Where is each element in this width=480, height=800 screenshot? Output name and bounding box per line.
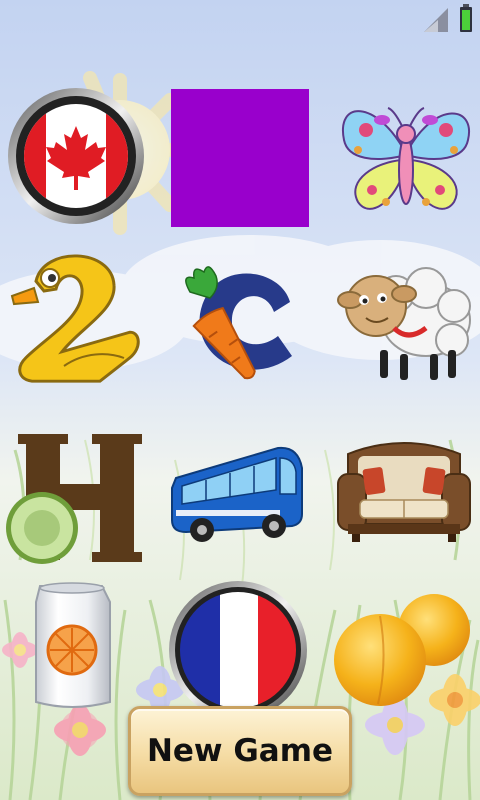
tile-sofa[interactable] (334, 428, 474, 568)
status-bar (0, 0, 480, 38)
tile-letter-h-avocado[interactable] (4, 428, 144, 568)
battery-icon (460, 4, 472, 32)
card-back-face (171, 89, 309, 227)
tile-apricots[interactable] (332, 586, 472, 726)
signal-icon (424, 8, 448, 32)
new-game-label: New Game (146, 733, 334, 769)
game-screen: New Game (0, 0, 480, 800)
new-game-button[interactable]: New Game (128, 706, 352, 796)
tile-card-back[interactable] (170, 88, 310, 228)
tile-number-two-duck[interactable] (4, 248, 144, 388)
tile-butterfly[interactable] (336, 90, 476, 230)
tile-soda-can[interactable] (2, 574, 142, 714)
tile-letter-c-carrot[interactable] (170, 252, 310, 392)
tile-bus[interactable] (166, 428, 306, 568)
tile-sheep[interactable] (336, 250, 476, 390)
tile-canada-flag[interactable] (6, 86, 146, 226)
tile-france-flag[interactable] (168, 580, 308, 720)
